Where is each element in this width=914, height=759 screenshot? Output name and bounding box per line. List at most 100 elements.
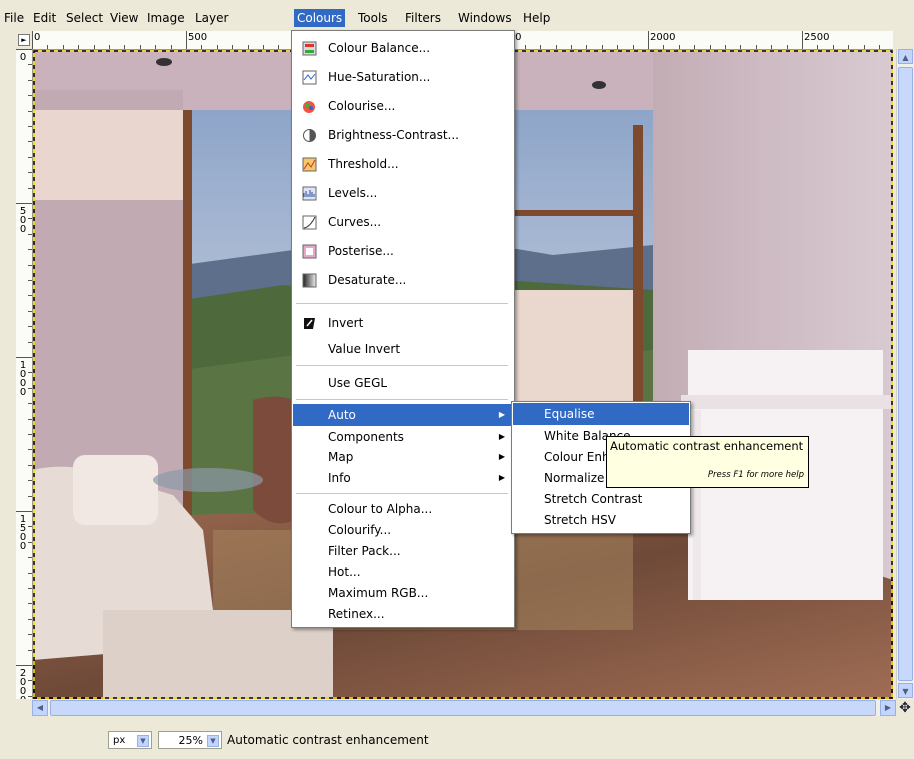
ruler-tick [186, 31, 187, 49]
ruler-tick [78, 45, 79, 49]
ruler-tick [28, 234, 32, 235]
ruler-top-label: 500 [188, 32, 208, 43]
menu-item-colour-to-alpha[interactable]: Colour to Alpha... [293, 498, 513, 520]
menu-windows[interactable]: Windows [455, 9, 515, 27]
menu-item-invert[interactable]: Invert [293, 312, 513, 334]
ruler-tick [28, 434, 32, 435]
menu-view[interactable]: View [107, 9, 141, 27]
menu-separator [296, 303, 508, 304]
ruler-tick [217, 45, 218, 49]
menu-item-posterise[interactable]: Posterise... [293, 240, 513, 262]
menu-item-info[interactable]: Info ▶ [293, 467, 513, 489]
ruler-tick [28, 650, 32, 651]
scroll-down-button[interactable]: ▼ [898, 683, 913, 698]
vertical-scroll-thumb[interactable] [898, 67, 913, 681]
ruler-tick [648, 31, 649, 49]
posterise-icon [302, 244, 317, 259]
ruler-tick [756, 45, 757, 49]
ruler-tick [540, 45, 541, 49]
menu-item-hot[interactable]: Hot... [293, 561, 513, 583]
horizontal-scrollbar[interactable]: ◀ ▶ [32, 700, 896, 716]
ruler-tick [63, 45, 64, 49]
menu-item-hue-saturation[interactable]: Hue-Saturation... [293, 66, 513, 88]
quick-mask-icon[interactable]: ► [18, 34, 30, 46]
chevron-down-icon[interactable]: ▼ [137, 735, 149, 747]
scroll-left-button[interactable]: ◀ [32, 700, 48, 716]
ruler-tick [864, 45, 865, 49]
invert-icon [304, 318, 315, 329]
scroll-right-button[interactable]: ▶ [880, 700, 896, 716]
menu-image[interactable]: Image [144, 9, 188, 27]
tooltip-help-text: Press F1 for more help [707, 470, 804, 480]
menu-select[interactable]: Select [63, 9, 106, 27]
navigate-icon[interactable]: ✥ [898, 700, 912, 716]
ruler-tick [94, 45, 95, 49]
menu-help[interactable]: Help [520, 9, 553, 27]
horizontal-scroll-thumb[interactable] [50, 700, 876, 716]
menu-item-use-gegl[interactable]: Use GEGL [293, 372, 513, 394]
zoom-select[interactable]: 25% ▼ [158, 731, 222, 749]
menu-item-value-invert[interactable]: Value Invert [293, 338, 513, 360]
ruler-tick [28, 696, 32, 697]
menu-separator [296, 399, 508, 400]
ruler-tick [32, 31, 33, 49]
menu-colours[interactable]: Colours [294, 9, 346, 27]
menu-item-map[interactable]: Map ▶ [293, 446, 513, 468]
menu-item-colour-balance[interactable]: Colour Balance... [293, 37, 513, 59]
tooltip-text: Automatic contrast enhancement [610, 439, 804, 453]
ruler-top-label: 0 [34, 32, 41, 43]
menu-item-colourise[interactable]: Colourise... [293, 95, 513, 117]
ruler-tick [28, 311, 32, 312]
ruler-tick [28, 542, 32, 543]
menu-item-auto[interactable]: Auto ▶ [293, 404, 513, 426]
unit-select[interactable]: px ▼ [108, 731, 152, 749]
ruler-left-label: 1500 [19, 514, 27, 552]
ruler-tick [28, 95, 32, 96]
menu-item-brightness-contrast[interactable]: Brightness-Contrast... [293, 124, 513, 146]
ruler-tick [28, 619, 32, 620]
ruler-tick [617, 45, 618, 49]
menu-item-equalise[interactable]: Equalise [513, 403, 689, 425]
vertical-scrollbar[interactable]: ▲ ▼ [896, 49, 914, 699]
chevron-down-icon[interactable]: ▼ [207, 735, 219, 747]
menu-file[interactable]: File [1, 9, 27, 27]
menu-edit[interactable]: Edit [30, 9, 59, 27]
ruler-tick [28, 403, 32, 404]
scroll-up-button[interactable]: ▲ [898, 49, 913, 64]
menu-item-curves[interactable]: Curves... [293, 211, 513, 233]
ruler-tick [28, 64, 32, 65]
ruler-left-label: 500 [19, 206, 27, 235]
ruler-tick [602, 45, 603, 49]
menu-filters[interactable]: Filters [402, 9, 444, 27]
ruler-tick [28, 141, 32, 142]
submenu-arrow-icon: ▶ [498, 410, 505, 419]
menu-item-colourify[interactable]: Colourify... [293, 519, 513, 541]
statusbar: px ▼ 25% ▼ Automatic contrast enhancemen… [0, 719, 914, 759]
ruler-tick [16, 511, 32, 512]
menu-layer[interactable]: Layer [192, 9, 231, 27]
ruler-tick [28, 326, 32, 327]
ruler-tick [633, 45, 634, 49]
menu-item-stretch-hsv[interactable]: Stretch HSV [513, 509, 689, 531]
ruler-tick [28, 218, 32, 219]
ruler-tick [710, 45, 711, 49]
menubar: File Edit Select View Image Layer Colour… [0, 0, 914, 30]
ruler-corner[interactable]: ► [16, 31, 32, 49]
ruler-left-label: 0 [19, 52, 27, 63]
menu-separator [296, 493, 508, 494]
ruler-left-label: 2000 [19, 668, 27, 700]
menu-item-filter-pack[interactable]: Filter Pack... [293, 540, 513, 562]
menu-item-levels[interactable]: Levels... [293, 182, 513, 204]
menu-item-maximum-rgb[interactable]: Maximum RGB... [293, 582, 513, 604]
menu-item-components[interactable]: Components ▶ [293, 426, 513, 448]
menu-item-threshold[interactable]: Threshold... [293, 153, 513, 175]
status-message: Automatic contrast enhancement [227, 733, 429, 747]
menu-item-stretch-contrast[interactable]: Stretch Contrast [513, 488, 689, 510]
colourise-icon [303, 101, 315, 113]
ruler-left[interactable]: 0 500 1000 1500 2000 [16, 49, 33, 699]
menu-tools[interactable]: Tools [355, 9, 391, 27]
menu-item-retinex[interactable]: Retinex... [293, 603, 513, 625]
ruler-tick [28, 588, 32, 589]
ruler-tick [16, 357, 32, 358]
menu-item-desaturate[interactable]: Desaturate... [293, 269, 513, 291]
